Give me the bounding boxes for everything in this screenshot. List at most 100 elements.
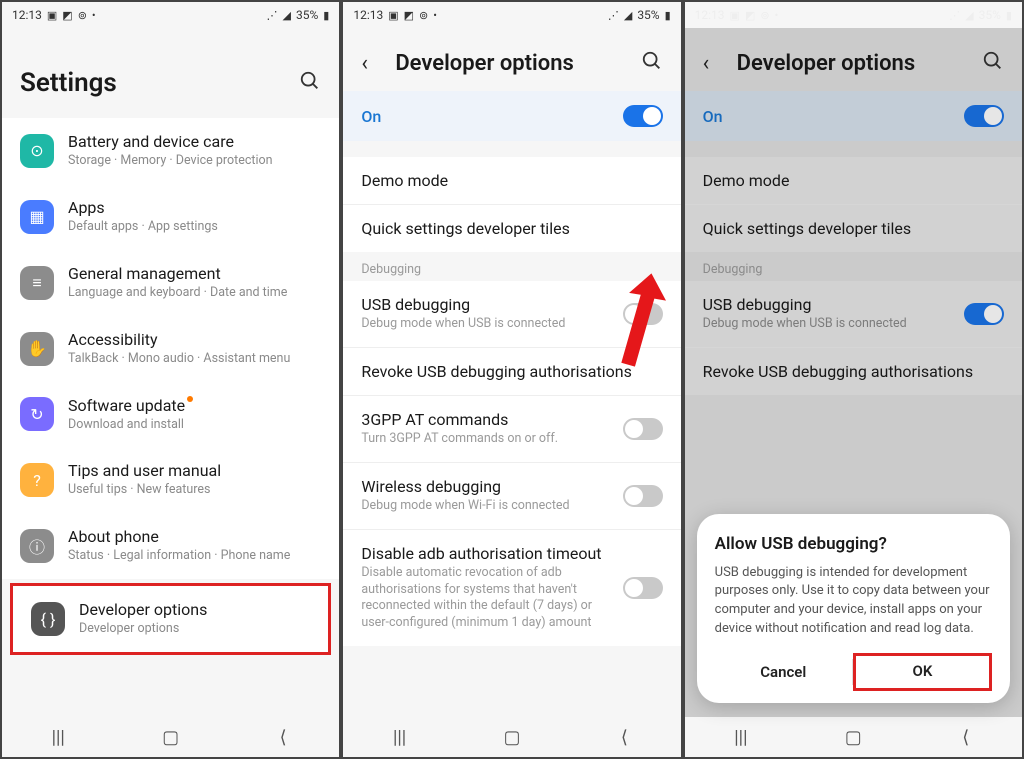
developer-on-row[interactable]: On — [685, 91, 1022, 141]
usb-debugging-toggle[interactable] — [964, 303, 1004, 325]
general-icon: ≡ — [20, 266, 54, 300]
item-subtitle: Disable automatic revocation of adb auth… — [361, 565, 608, 633]
tips-icon: ? — [20, 463, 54, 497]
dialog-body: USB debugging is intended for developmen… — [715, 564, 992, 639]
row-revoke-usb[interactable]: Revoke USB debugging authorisations — [343, 348, 680, 396]
wifi-icon: ⋰ — [267, 9, 278, 22]
category-debugging: Debugging — [343, 252, 680, 281]
battery-icon: ▮ — [1006, 9, 1012, 22]
nav-bar: ||| ▢ ⟨ — [685, 717, 1022, 757]
status-time: 12:13 — [353, 8, 383, 22]
search-icon[interactable] — [982, 50, 1004, 77]
screen-developer-options: 12:13 ▣ ◩ ⊚ • ⋰ ◢ 35% ▮ ‹ Developer opti… — [341, 0, 682, 759]
usb-debugging-dialog: Allow USB debugging? USB debugging is in… — [697, 514, 1010, 703]
battery-icon: ▮ — [665, 9, 671, 22]
row-demo-mode[interactable]: Demo mode — [343, 157, 680, 205]
item-title: General management — [68, 264, 321, 283]
ok-button[interactable]: OK — [853, 653, 992, 691]
row-quick-settings-tiles[interactable]: Quick settings developer tiles — [685, 205, 1022, 252]
settings-item-software-update[interactable]: ↻ Software update Download and install — [2, 382, 339, 448]
wireless-debugging-toggle[interactable] — [623, 485, 663, 507]
item-title: Accessibility — [68, 330, 321, 349]
search-icon[interactable] — [641, 50, 663, 77]
item-title: Quick settings developer tiles — [703, 219, 1004, 238]
home-button[interactable]: ▢ — [146, 727, 196, 748]
item-title: USB debugging — [361, 295, 608, 314]
status-bar: 12:13 ▣ ◩ ⊚ • ⋰ ◢ 35% ▮ — [685, 2, 1022, 28]
signal-icon: ◢ — [965, 9, 973, 22]
settings-item-battery[interactable]: ⊙ Battery and device care Storage · Memo… — [2, 118, 339, 184]
update-icon: ↻ — [20, 397, 54, 431]
row-wireless-debugging[interactable]: Wireless debugging Debug mode when Wi-Fi… — [343, 463, 680, 530]
battery-care-icon: ⊙ — [20, 134, 54, 168]
row-usb-debugging[interactable]: USB debugging Debug mode when USB is con… — [343, 281, 680, 348]
back-button[interactable]: ⟨ — [258, 727, 308, 748]
item-subtitle: Download and install — [68, 417, 321, 434]
item-title: Revoke USB debugging authorisations — [703, 362, 1004, 381]
screen-usb-debugging-dialog: 12:13 ▣ ◩ ⊚ • ⋰ ◢ 35% ▮ ‹ Developer opti… — [683, 0, 1024, 759]
row-disable-adb-timeout[interactable]: Disable adb authorisation timeout Disabl… — [343, 530, 680, 647]
settings-group-2: ≡ General management Language and keyboa… — [2, 250, 339, 579]
settings-item-about[interactable]: ⓘ About phone Status · Legal information… — [2, 513, 339, 579]
search-icon[interactable] — [299, 70, 321, 97]
item-title: Software update — [68, 396, 321, 415]
item-title: Demo mode — [703, 171, 1004, 190]
item-subtitle: Storage · Memory · Device protection — [68, 153, 321, 170]
settings-item-tips[interactable]: ? Tips and user manual Useful tips · New… — [2, 447, 339, 513]
item-title: USB debugging — [703, 295, 950, 314]
row-revoke-usb[interactable]: Revoke USB debugging authorisations — [685, 348, 1022, 395]
cancel-button[interactable]: Cancel — [715, 653, 852, 691]
home-button[interactable]: ▢ — [828, 727, 878, 748]
status-icon: • — [433, 9, 437, 22]
item-subtitle: Status · Legal information · Phone name — [68, 548, 321, 565]
battery-percent: 35% — [637, 8, 659, 22]
status-icon: ◩ — [404, 9, 414, 22]
row-quick-settings-tiles[interactable]: Quick settings developer tiles — [343, 205, 680, 252]
item-title: Tips and user manual — [68, 461, 321, 480]
settings-item-general[interactable]: ≡ General management Language and keyboa… — [2, 250, 339, 316]
item-title: Apps — [68, 198, 321, 217]
row-demo-mode[interactable]: Demo mode — [685, 157, 1022, 205]
item-title: 3GPP AT commands — [361, 410, 608, 429]
on-label: On — [361, 107, 608, 126]
status-icon: ⊚ — [760, 9, 769, 22]
developer-toggle[interactable] — [623, 105, 663, 127]
item-title: Revoke USB debugging authorisations — [361, 362, 662, 381]
3gpp-toggle[interactable] — [623, 418, 663, 440]
dialog-title: Allow USB debugging? — [715, 534, 992, 554]
row-usb-debugging[interactable]: USB debugging Debug mode when USB is con… — [685, 281, 1022, 348]
developer-on-row[interactable]: On — [343, 91, 680, 141]
settings-item-apps[interactable]: ▦ Apps Default apps · App settings — [2, 184, 339, 250]
header: ‹ Developer options — [343, 28, 680, 91]
item-title: Developer options — [79, 600, 310, 619]
back-button[interactable]: ⟨ — [941, 727, 991, 748]
item-title: Battery and device care — [68, 132, 321, 151]
recents-button[interactable]: ||| — [375, 727, 425, 748]
item-title: About phone — [68, 527, 321, 546]
back-icon[interactable]: ‹ — [703, 51, 727, 76]
category-debugging: Debugging — [685, 252, 1022, 281]
item-subtitle: Debug mode when USB is connected — [361, 316, 608, 333]
item-subtitle: Debug mode when USB is connected — [703, 316, 950, 333]
usb-debugging-toggle[interactable] — [623, 303, 663, 325]
adb-timeout-toggle[interactable] — [623, 577, 663, 599]
settings-item-accessibility[interactable]: ✋ Accessibility TalkBack · Mono audio · … — [2, 316, 339, 382]
back-icon[interactable]: ‹ — [361, 51, 385, 76]
page-title: Developer options — [395, 51, 640, 76]
home-button[interactable]: ▢ — [487, 727, 537, 748]
recents-button[interactable]: ||| — [716, 727, 766, 748]
accessibility-icon: ✋ — [20, 332, 54, 366]
settings-group-1: ⊙ Battery and device care Storage · Memo… — [2, 118, 339, 250]
status-time: 12:13 — [12, 8, 42, 22]
recents-button[interactable]: ||| — [33, 727, 83, 748]
wifi-icon: ⋰ — [949, 9, 960, 22]
item-subtitle: Default apps · App settings — [68, 219, 321, 236]
back-button[interactable]: ⟨ — [599, 727, 649, 748]
row-3gpp[interactable]: 3GPP AT commands Turn 3GPP AT commands o… — [343, 396, 680, 463]
item-subtitle: Developer options — [79, 621, 310, 638]
page-title: Settings — [20, 68, 299, 98]
settings-item-developer-options[interactable]: { } Developer options Developer options — [10, 583, 331, 655]
developer-toggle[interactable] — [964, 105, 1004, 127]
battery-percent: 35% — [296, 8, 318, 22]
status-icon: ⊚ — [78, 9, 87, 22]
